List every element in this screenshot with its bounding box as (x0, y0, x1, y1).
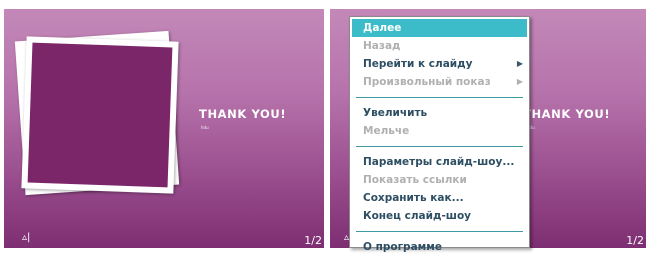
menu-item-back[interactable]: Назад (350, 37, 529, 55)
menu-item-zoom-in[interactable]: Увеличить (350, 104, 529, 122)
nav-menu-icon[interactable]: ▵| (22, 233, 30, 243)
menu-separator (356, 231, 523, 232)
menu-separator (356, 146, 523, 147)
submenu-arrow-icon: ▶ (516, 77, 523, 86)
context-menu: Далее Назад Перейти к слайду ▶ Произволь… (349, 16, 530, 253)
photo-frame (21, 36, 179, 194)
menu-separator (356, 97, 523, 98)
slide-subtitle: hdu (201, 125, 209, 130)
slide-title: THANK YOU! (199, 107, 287, 121)
menu-item-about[interactable]: О программе (350, 238, 529, 256)
menu-item-next[interactable]: Далее (352, 19, 527, 37)
menu-item-label: Произвольный показ (363, 76, 491, 88)
photo-placeholder (27, 42, 173, 188)
menu-item-end-slideshow[interactable]: Конец слайд-шоу (350, 207, 529, 225)
menu-item-save-as[interactable]: Сохранить как... (350, 189, 529, 207)
slide-preview-left: THANK YOU! hdu ▵| 1/2 (4, 9, 324, 248)
menu-item-go-to-slide[interactable]: Перейти к слайду ▶ (350, 55, 529, 73)
menu-item-show-links[interactable]: Показать ссылки (350, 171, 529, 189)
menu-item-label: Перейти к слайду (363, 58, 473, 70)
menu-item-custom-show[interactable]: Произвольный показ ▶ (350, 73, 529, 91)
slide-title: THANK YOU! (523, 107, 611, 121)
submenu-arrow-icon: ▶ (516, 59, 523, 68)
menu-item-zoom-out[interactable]: Мельче (350, 122, 529, 140)
menu-item-slideshow-settings[interactable]: Параметры слайд-шоу... (350, 153, 529, 171)
slide-counter: 1/2 (626, 234, 644, 247)
slide-counter: 1/2 (304, 234, 322, 247)
